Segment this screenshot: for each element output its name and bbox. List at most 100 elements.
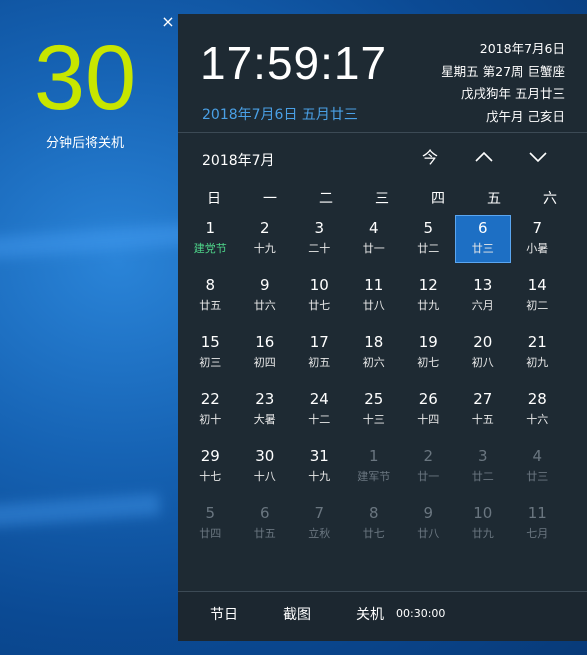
day-number: 9 (423, 504, 434, 522)
calendar-day[interactable]: 11 廿八 (347, 273, 402, 319)
calendar-day[interactable]: 14 初二 (510, 273, 565, 319)
calendar-week-row: 1 建党节 2 十九 3 二十 4 廿一 5 廿二 6 廿三 7 小暑 (183, 214, 583, 271)
calendar-day-today[interactable]: 6 廿三 (454, 215, 511, 263)
calendar-day[interactable]: 13 六月 (456, 273, 511, 319)
day-number: 8 (368, 504, 379, 522)
day-number: 27 (473, 390, 493, 408)
calendar-day[interactable]: 19 初七 (401, 330, 456, 376)
next-month-chevron-down-icon[interactable] (524, 146, 552, 170)
calendar-day[interactable]: 20 初八 (456, 330, 511, 376)
calendar-day[interactable]: 28 十六 (510, 387, 565, 433)
lunar-day-label: 廿八 (362, 299, 385, 312)
lunar-day-label: 廿一 (362, 242, 385, 255)
calendar-day[interactable]: 2 廿一 (401, 444, 456, 490)
weekday-label: 六 (543, 191, 557, 207)
day-number: 18 (364, 333, 384, 351)
prev-month-chevron-up-icon[interactable] (470, 146, 498, 170)
calendar-day[interactable]: 17 初五 (292, 330, 347, 376)
calendar-week-row: 22 初十 23 大暑 24 十二 25 十三 26 十四 27 十五 28 十六 (183, 385, 583, 442)
lunar-day-label: 立秋 (308, 527, 331, 540)
day-number: 3 (314, 219, 325, 237)
calendar-day[interactable]: 29 十七 (183, 444, 238, 490)
weekday-label: 三 (375, 191, 389, 207)
today-button[interactable]: 今 (416, 146, 444, 170)
lunar-day-label: 小暑 (526, 242, 549, 255)
calendar-day[interactable]: 26 十四 (401, 387, 456, 433)
day-number: 6 (477, 219, 488, 237)
calendar-day[interactable]: 10 廿七 (292, 273, 347, 319)
day-number: 1 (368, 447, 379, 465)
lunar-day-label: 十二 (308, 413, 331, 426)
calendar-day[interactable]: 21 初九 (510, 330, 565, 376)
lunar-day-label: 廿三 (471, 242, 494, 255)
lunar-day-label: 初四 (253, 356, 276, 369)
calendar-day[interactable]: 9 廿八 (401, 501, 456, 547)
month-title[interactable]: 2018年7月 (202, 150, 275, 170)
lunar-day-label: 十五 (471, 413, 494, 426)
lunar-day-label: 初九 (526, 356, 549, 369)
calendar-day[interactable]: 10 廿九 (456, 501, 511, 547)
clock-header: 17:59:17 2018年7月6日 五月廿三 2018年7月6日 星期五 第2… (178, 14, 587, 133)
lunar-day-label: 廿二 (471, 470, 494, 483)
calendar-day[interactable]: 24 十二 (292, 387, 347, 433)
calendar-day[interactable]: 7 小暑 (510, 216, 565, 262)
calendar-day[interactable]: 18 初六 (347, 330, 402, 376)
screenshot-button[interactable]: 截图 (283, 604, 311, 624)
weekday-label: 五 (487, 191, 501, 207)
countdown-label: 分钟后将关机 (45, 136, 124, 151)
calendar-day[interactable]: 12 廿九 (401, 273, 456, 319)
calendar-day[interactable]: 7 立秋 (292, 501, 347, 547)
calendar-grid: 1 建党节 2 十九 3 二十 4 廿一 5 廿二 6 廿三 7 小暑 8 廿五 9 廿六 10 廿七 11 廿八 12 廿九… (183, 214, 583, 556)
calendar-day[interactable]: 15 初三 (183, 330, 238, 376)
calendar-day[interactable]: 30 十八 (238, 444, 293, 490)
calendar-week-row: 15 初三 16 初四 17 初五 18 初六 19 初七 20 初八 21 初九 (183, 328, 583, 385)
wallpaper-light-streak (0, 493, 161, 529)
calendar-day[interactable]: 9 廿六 (238, 273, 293, 319)
lunar-date-link[interactable]: 2018年7月6日 五月廿三 (202, 104, 358, 124)
calendar-day[interactable]: 3 二十 (292, 216, 347, 262)
calendar-day[interactable]: 2 十九 (238, 216, 293, 262)
lunar-day-label: 初十 (199, 413, 222, 426)
calendar-week-row: 29 十七 30 十八 31 十九 1 建军节 2 廿一 3 廿二 4 廿三 (183, 442, 583, 499)
day-number: 4 (368, 219, 379, 237)
calendar-day[interactable]: 1 建党节 (183, 216, 238, 262)
calendar-day[interactable]: 31 十九 (292, 444, 347, 490)
lunar-day-label: 二十 (308, 242, 331, 255)
day-number: 24 (309, 390, 329, 408)
date-info: 2018年7月6日 星期五 第27周 巨蟹座 戊戌狗年 五月廿三 戊午月 己亥日 (441, 38, 565, 128)
day-number: 7 (532, 219, 543, 237)
calendar-day[interactable]: 25 十三 (347, 387, 402, 433)
day-number: 15 (200, 333, 220, 351)
day-number: 22 (200, 390, 220, 408)
calendar-day[interactable]: 4 廿一 (347, 216, 402, 262)
festival-label: 建党节 (193, 242, 227, 255)
calendar-day[interactable]: 16 初四 (238, 330, 293, 376)
info-date: 2018年7月6日 (479, 41, 565, 56)
day-number: 21 (527, 333, 547, 351)
day-number: 31 (309, 447, 329, 465)
lunar-day-label: 六月 (471, 299, 494, 312)
calendar-day[interactable]: 4 廿三 (510, 444, 565, 490)
calendar-day[interactable]: 27 十五 (456, 387, 511, 433)
calendar-week-row: 8 廿五 9 廿六 10 廿七 11 廿八 12 廿九 13 六月 14 初二 (183, 271, 583, 328)
calendar-day[interactable]: 8 廿五 (183, 273, 238, 319)
calendar-day[interactable]: 5 廿四 (183, 501, 238, 547)
day-number: 10 (473, 504, 493, 522)
calendar-day[interactable]: 22 初十 (183, 387, 238, 433)
calendar-day[interactable]: 23 大暑 (238, 387, 293, 433)
close-icon[interactable]: × (160, 14, 176, 30)
day-number: 30 (255, 447, 275, 465)
calendar-day[interactable]: 1 建军节 (347, 444, 402, 490)
lunar-day-label: 廿七 (362, 527, 385, 540)
lunar-day-label: 初七 (417, 356, 440, 369)
lunar-day-label: 廿五 (253, 527, 276, 540)
calendar-day[interactable]: 11 七月 (510, 501, 565, 547)
shutdown-countdown: 30 分钟后将关机 (0, 28, 170, 151)
calendar-day[interactable]: 5 廿二 (401, 216, 456, 262)
calendar-day[interactable]: 3 廿二 (456, 444, 511, 490)
clock-time: 17:59:17 (200, 37, 388, 89)
calendar-day[interactable]: 8 廿七 (347, 501, 402, 547)
holiday-button[interactable]: 节日 (210, 604, 238, 624)
calendar-day[interactable]: 6 廿五 (238, 501, 293, 547)
shutdown-button[interactable]: 关机 (356, 604, 384, 624)
